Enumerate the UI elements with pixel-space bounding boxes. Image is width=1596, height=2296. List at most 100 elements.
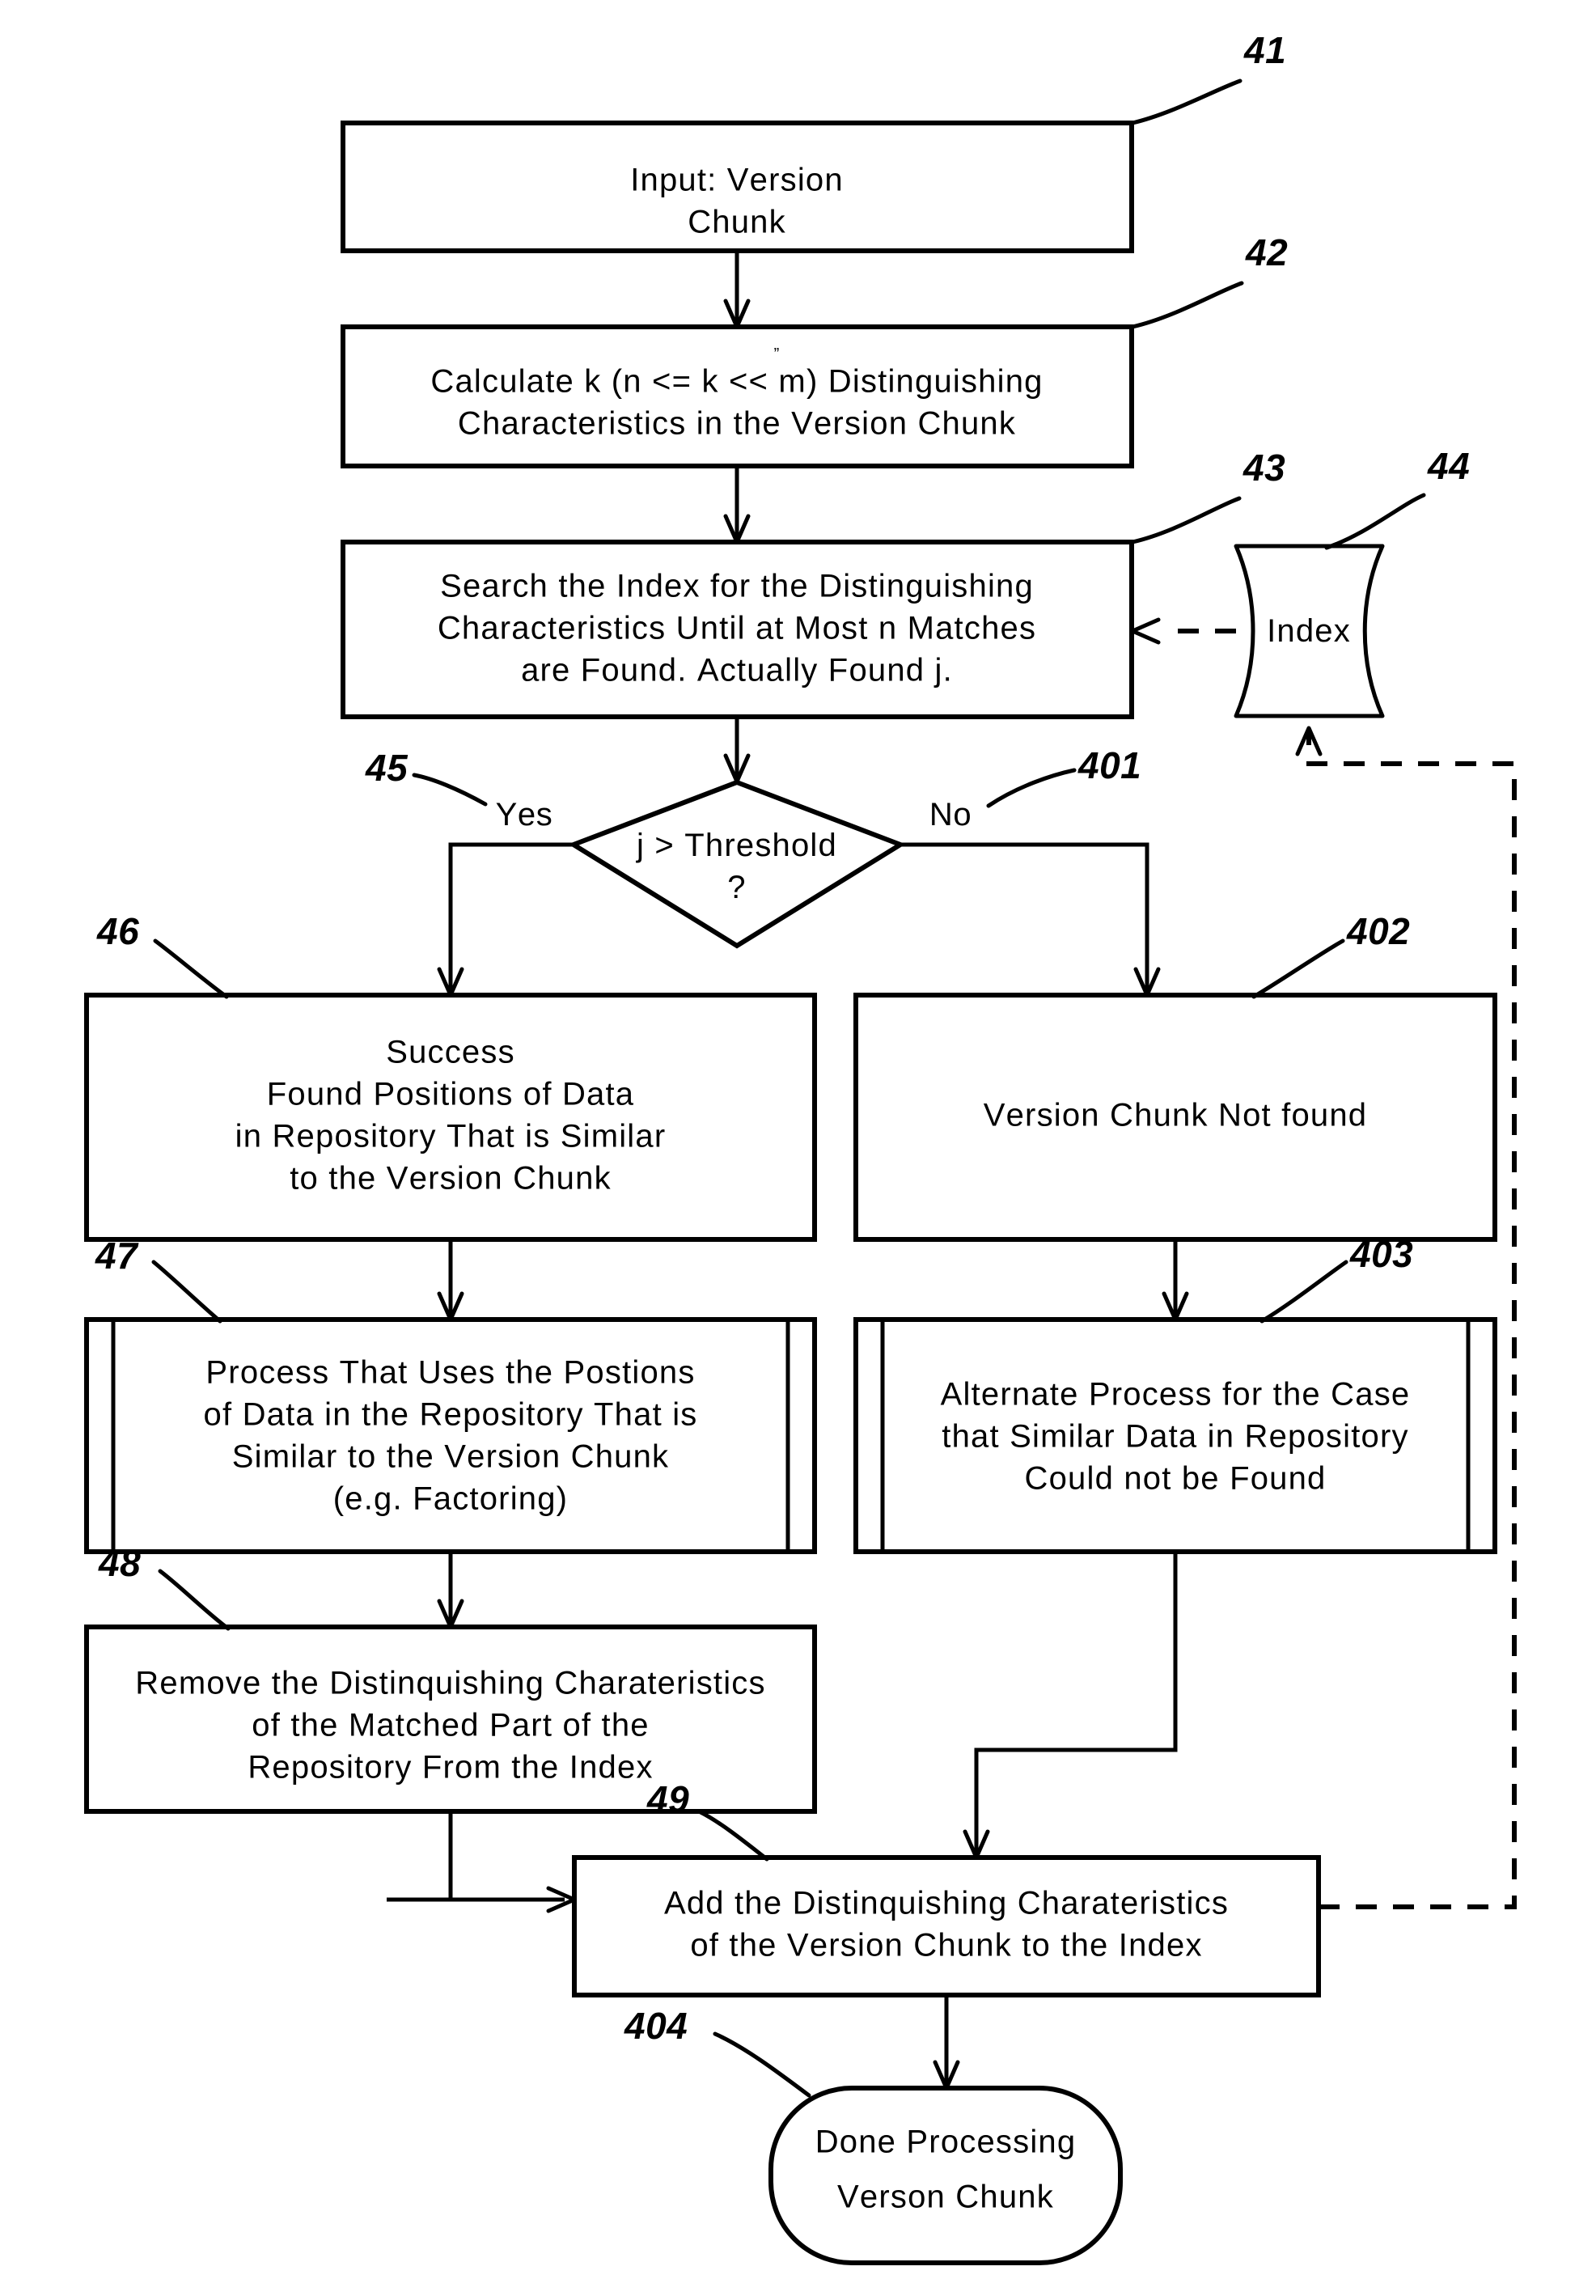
edge-no-402-line — [900, 842, 1149, 990]
node-45-line-2: ? — [727, 870, 746, 905]
ref-number-44: 44 — [1427, 445, 1470, 487]
node-404-done-processing[interactable]: Done Processing Verson Chunk — [768, 2086, 1123, 2265]
node-43-search-index[interactable]: Search the Index for the Distinguishing … — [341, 540, 1134, 719]
node-46-line-2: Found Positions of Data — [267, 1077, 635, 1112]
ref-number-404: 404 — [624, 2005, 688, 2047]
edge-43-to-decision — [723, 717, 751, 784]
edge-46-to-47 — [437, 1239, 464, 1322]
node-48-remove-characteristics[interactable]: Remove the Distinquishing Charateristics… — [84, 1625, 817, 1814]
ref-callout-41: 41 — [1130, 29, 1286, 125]
leader-line-43 — [1130, 496, 1242, 544]
node-404-rounded-rect — [768, 2086, 1123, 2265]
edge-48-49-line-stub — [387, 1811, 453, 1902]
node-43-line-2: Characteristics Until at Most n Matches — [438, 611, 1036, 646]
node-48-line-2: of the Matched Part of the — [252, 1708, 649, 1743]
node-47-line-2: of Data in the Repository That is — [204, 1397, 698, 1433]
node-45-decision-j-greater-threshold[interactable]: j > Threshold ? — [568, 779, 906, 949]
ref-callout-403: 403 — [1259, 1233, 1413, 1324]
node-403-line-2: that Similar Data in Repository — [942, 1419, 1408, 1455]
ref-callout-47: 47 — [95, 1235, 222, 1324]
node-47-process-uses-positions[interactable]: Process That Uses the Postions of Data i… — [84, 1317, 817, 1554]
leader-line-44 — [1324, 493, 1426, 550]
node-42-line-2: Characteristics in the Version Chunk — [458, 406, 1016, 442]
node-46-line-3: in Repository That is Similar — [235, 1119, 667, 1154]
leader-line-404 — [713, 2031, 811, 2098]
node-45-line-1: j > Threshold — [636, 828, 837, 863]
leader-line-47 — [151, 1260, 222, 1324]
leader-line-45 — [412, 773, 488, 807]
edge-yes-46-line — [448, 842, 574, 990]
node-47-line-4: (e.g. Factoring) — [333, 1481, 568, 1517]
ref-number-47: 47 — [95, 1235, 139, 1277]
node-46-success[interactable]: Success Found Positions of Data in Repos… — [84, 993, 817, 1242]
ref-callout-48: 48 — [98, 1542, 231, 1631]
ref-callout-44: 44 — [1324, 445, 1470, 550]
edge-index-to-43 — [1130, 617, 1236, 645]
flowchart-canvas: Input: Version Chunk 41 „ Calculate k (n… — [84, 29, 1517, 2265]
ref-callout-46: 46 — [96, 910, 229, 999]
leader-line-41 — [1130, 78, 1243, 125]
node-402-line-1: Version Chunk Not found — [984, 1098, 1368, 1133]
ref-callout-43: 43 — [1130, 447, 1285, 544]
ref-number-43: 43 — [1243, 447, 1285, 489]
leader-line-46 — [153, 938, 229, 999]
edge-index-43-arrowhead — [1130, 617, 1161, 645]
decision-diamond-shape — [568, 779, 906, 949]
node-46-line-4: to the Version Chunk — [290, 1161, 612, 1197]
ref-number-403: 403 — [1349, 1233, 1413, 1275]
edge-48-to-49 — [387, 1811, 577, 1913]
node-403-line-1: Alternate Process for the Case — [941, 1377, 1411, 1413]
node-43-line-1: Search the Index for the Distinguishing — [440, 569, 1034, 604]
edge-402-to-403 — [1162, 1239, 1189, 1322]
scan-artifact-speck: „ — [774, 336, 780, 354]
leader-line-48 — [158, 1569, 231, 1631]
edge-49-to-404 — [933, 1995, 960, 2091]
ref-callout-402: 402 — [1251, 910, 1410, 999]
node-41-line-2: Chunk — [688, 205, 786, 240]
node-43-line-3: are Found. Actually Found j. — [521, 653, 953, 688]
ref-number-49: 49 — [646, 1778, 689, 1820]
edge-48-49-line — [448, 1811, 565, 1902]
leader-line-42 — [1130, 281, 1244, 329]
node-44-label: Index — [1267, 613, 1351, 649]
leader-line-49 — [698, 1810, 769, 1862]
decision-yes-label: Yes — [496, 797, 553, 832]
edge-47-to-48 — [437, 1552, 464, 1629]
node-42-calculate-distinguishing-characteristics[interactable]: „ Calculate k (n <= k << m) Distinguishi… — [341, 324, 1134, 468]
edge-42-to-43 — [723, 466, 751, 544]
node-403-line-3: Could not be Found — [1025, 1461, 1327, 1497]
node-402-version-chunk-not-found[interactable]: Version Chunk Not found — [853, 993, 1497, 1242]
ref-callout-404: 404 — [624, 2005, 811, 2098]
node-47-line-1: Process That Uses the Postions — [205, 1355, 695, 1391]
decision-no-branch: No 401 — [929, 744, 1141, 832]
ref-number-45: 45 — [365, 747, 409, 789]
node-47-line-3: Similar to the Version Chunk — [232, 1439, 670, 1475]
edge-decision-yes-to-46 — [437, 842, 574, 998]
node-49-add-characteristics-to-index[interactable]: Add the Distinquishing Charateristics of… — [572, 1855, 1321, 1997]
node-48-line-3: Repository From the Index — [248, 1750, 653, 1786]
node-44-index-store[interactable]: Index — [1234, 544, 1385, 718]
node-46-line-1: Success — [386, 1035, 515, 1070]
node-403-alternate-process[interactable]: Alternate Process for the Case that Simi… — [853, 1317, 1497, 1554]
edge-41-to-42 — [723, 251, 751, 329]
node-42-line-1: Calculate k (n <= k << m) Distinguishing — [430, 364, 1043, 400]
patent-figure: Input: Version Chunk 41 „ Calculate k (n… — [0, 0, 1596, 2296]
ref-number-401: 401 — [1077, 744, 1141, 786]
node-41-input-version-chunk[interactable]: Input: Version Chunk — [341, 121, 1134, 253]
edge-403-49-line — [974, 1552, 1178, 1853]
edge-403-to-49 — [963, 1552, 1178, 1860]
leader-line-403 — [1259, 1260, 1348, 1324]
node-49-line-2: of the Version Chunk to the Index — [690, 1928, 1202, 1963]
decision-no-label: No — [929, 797, 972, 832]
leader-line-402 — [1251, 938, 1345, 999]
ref-number-402: 402 — [1346, 910, 1410, 952]
node-41-line-1: Input: Version — [630, 163, 844, 198]
edge-decision-no-to-402 — [900, 842, 1161, 998]
node-46-rect — [84, 993, 817, 1242]
node-49-rect — [572, 1855, 1321, 1997]
ref-number-46: 46 — [96, 910, 139, 952]
ref-number-41: 41 — [1243, 29, 1286, 71]
node-404-line-2: Verson Chunk — [837, 2180, 1054, 2215]
node-48-line-1: Remove the Distinquishing Charateristics — [135, 1666, 765, 1701]
node-49-line-1: Add the Distinquishing Charateristics — [664, 1886, 1229, 1921]
